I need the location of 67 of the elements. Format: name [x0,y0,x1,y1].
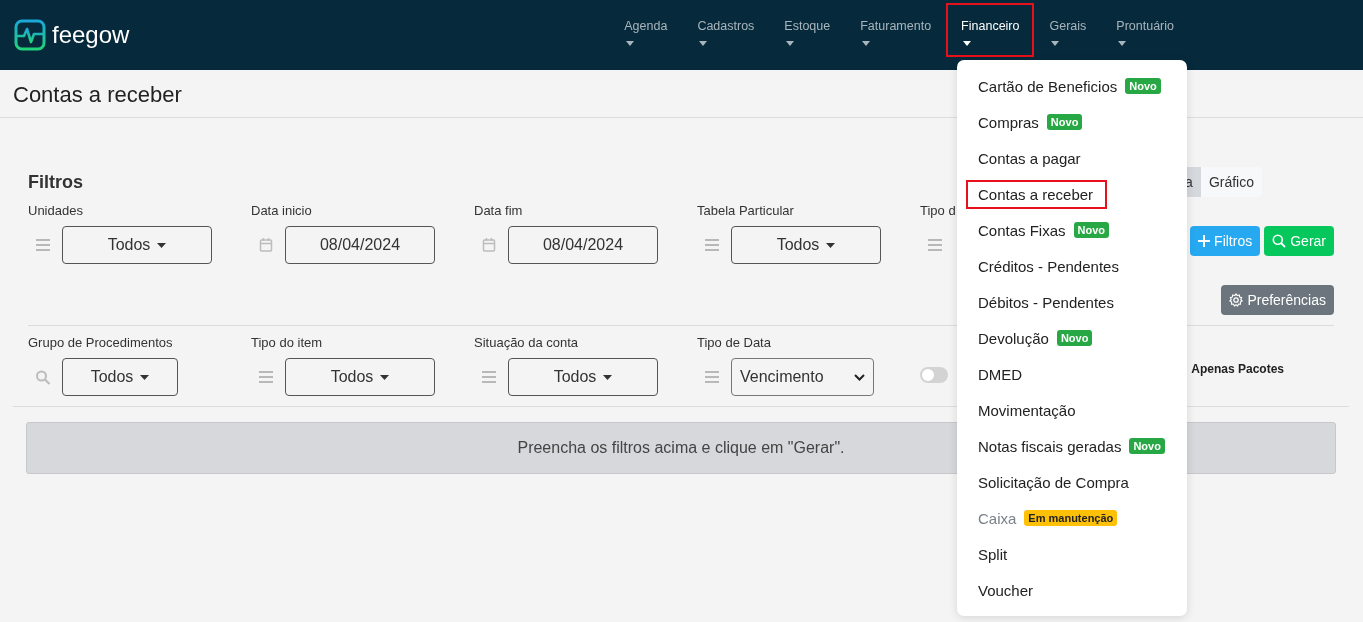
plus-icon [1198,235,1211,247]
chevron-icon [854,373,865,381]
dropdown-button[interactable]: Todos [285,358,435,396]
date-field[interactable]: 08/04/2024 [508,226,658,264]
filter-label: Tipo do item [251,334,324,352]
dropdown-button[interactable]: Todos [62,226,212,264]
menu-item[interactable]: Compras [966,107,1043,137]
menu-item[interactable]: Movimentação [966,395,1080,425]
menu-item[interactable]: Créditos - Pendentes [966,251,1123,281]
status-badge: Novo [1125,78,1161,94]
menu-item[interactable]: Contas a receber [966,179,1108,209]
brand-name: feegow [52,21,130,49]
nav-menu-item[interactable]: Cadastros [682,3,770,57]
dropdown-button[interactable]: Todos [508,358,658,396]
filter-label: Data fim [474,202,524,220]
menu-item[interactable]: DMED [966,359,1027,389]
date-field[interactable]: 08/04/2024 [285,226,435,264]
filter-label: Grupo de Procedimentos [28,334,174,352]
status-badge: Novo [1046,114,1083,130]
caret-icon [963,41,972,46]
caret-icon [380,374,390,380]
caret-icon [626,41,635,46]
caret-icon [862,41,871,46]
filter-label: Tipo d [920,202,957,220]
caret-icon [603,374,613,380]
filter-label: Tipo de Data [697,334,772,352]
caret-icon [1118,41,1127,46]
status-badge: Em manutenção [1024,510,1118,526]
menu-item[interactable]: Contas a pagar [966,143,1085,173]
toggle-switch[interactable] [920,367,948,383]
caret-icon [1051,41,1060,46]
nav-menu-item[interactable]: Gerais [1034,3,1102,57]
caret-icon [157,242,167,248]
view-tab[interactable]: Gráfico [1200,167,1262,197]
nav-menu-item[interactable]: Estoque [769,3,846,57]
menu-item[interactable]: Cartão de Beneficios [966,71,1122,101]
nav-menu-item[interactable]: Agenda [609,3,683,57]
nav-menu-item[interactable]: Financeiro [946,3,1035,57]
menu-item[interactable]: Split [966,539,1012,569]
section-title: Filtros [28,171,83,193]
preferences-button[interactable]: Preferências [1221,285,1334,315]
caret-icon [826,242,836,248]
search-icon [1272,234,1287,248]
filter-label: Tabela Particular [697,202,795,220]
logo-icon [14,19,46,51]
filter-label: Unidades [28,202,84,220]
dropdown-button[interactable]: Todos [731,226,881,264]
menu-item[interactable]: Devolução [966,323,1053,353]
nav-menu-item[interactable]: Faturamento [845,3,947,57]
menu-item[interactable]: Voucher [966,575,1038,605]
status-badge: Novo [1129,438,1165,454]
nav-menu-item[interactable]: Prontuário [1101,3,1189,57]
status-badge: Novo [1073,222,1110,238]
menu-item[interactable]: Débitos - Pendentes [966,287,1118,317]
gear-icon [1229,293,1244,307]
menu-item[interactable]: Contas Fixas [966,215,1070,245]
caret-icon [140,374,150,380]
toggle-label: Apenas Pacotes [1191,362,1284,376]
status-badge: Novo [1056,330,1093,346]
page-title: Contas a receber [13,81,182,108]
caret-icon [699,41,708,46]
caret-icon [786,41,795,46]
select-field[interactable]: Vencimento [731,358,874,396]
menu-item[interactable]: Notas fiscais geradas [966,431,1126,461]
filter-label: Data inicio [251,202,313,220]
dropdown-button[interactable]: Todos [62,358,178,396]
filter-label: Situação da conta [474,334,580,352]
